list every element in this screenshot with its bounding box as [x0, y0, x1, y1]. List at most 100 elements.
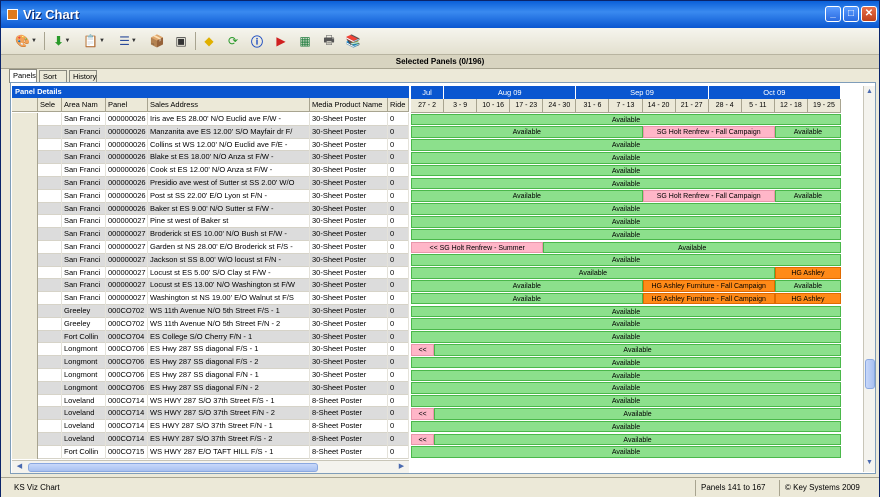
available-block[interactable]: Available: [411, 356, 841, 369]
available-block[interactable]: Available: [411, 318, 841, 331]
available-block[interactable]: Available: [411, 203, 841, 215]
available-block[interactable]: Available: [411, 190, 643, 203]
row-header[interactable]: [12, 202, 38, 216]
row-header[interactable]: [12, 343, 38, 357]
campaign-block[interactable]: SG Holt Renfrew - Fall Campaign: [642, 190, 775, 203]
table-row[interactable]: Loveland 000CO714 ES HWY 287 S/O 37th Stre…: [12, 420, 409, 433]
select-cell[interactable]: [38, 266, 62, 280]
campaign-block[interactable]: HG Ashley: [774, 267, 841, 279]
row-header[interactable]: [12, 394, 38, 408]
select-cell[interactable]: [38, 138, 62, 152]
select-cell[interactable]: [38, 394, 62, 408]
row-header[interactable]: [12, 407, 38, 421]
horizontal-scrollbar[interactable]: ◀ ▶: [12, 460, 409, 473]
row-header[interactable]: [12, 445, 38, 459]
row-header[interactable]: [12, 151, 38, 165]
row-header[interactable]: [12, 113, 38, 126]
table-row[interactable]: Loveland 000CO714 ES HWY 287 S/O 37th Stre…: [12, 433, 409, 446]
row-header[interactable]: [12, 369, 38, 382]
minimize-button[interactable]: _: [825, 6, 841, 22]
row-header[interactable]: [12, 177, 38, 190]
table-row[interactable]: Longmont 000CO706 ES Hwy 287 SS diagonal F…: [12, 369, 409, 382]
table-row[interactable]: Loveland 000CO714 WS HWY 287 S/O 37th Stre…: [12, 394, 409, 408]
printer-icon[interactable]: 🖶: [319, 31, 339, 51]
export-box-icon[interactable]: 📦: [147, 31, 167, 51]
row-header[interactable]: [12, 241, 38, 254]
row-header[interactable]: [12, 292, 38, 305]
clipboard-icon[interactable]: 📋 ▼: [81, 31, 107, 51]
select-cell[interactable]: [38, 330, 62, 344]
row-header[interactable]: [12, 164, 38, 177]
available-block[interactable]: Available: [411, 369, 841, 382]
row-header[interactable]: [12, 381, 38, 395]
available-block[interactable]: Available: [411, 228, 841, 241]
select-cell[interactable]: [38, 343, 62, 357]
table-row[interactable]: San Franci 000000026 Post st SS 22.00' E/O…: [12, 189, 409, 203]
available-block[interactable]: Available: [411, 446, 841, 459]
available-block[interactable]: Available: [411, 177, 841, 190]
select-cell[interactable]: [38, 151, 62, 165]
books-icon[interactable]: 📚: [343, 31, 363, 51]
available-block[interactable]: Available: [411, 279, 643, 292]
available-block[interactable]: Available: [411, 395, 841, 407]
table-row[interactable]: San Franci 000000026 Cook st ES 12.00' N/O…: [12, 164, 409, 177]
select-cell[interactable]: [38, 215, 62, 229]
calculator-icon[interactable]: ▣: [171, 31, 191, 51]
column-header[interactable]: Ride: [388, 98, 409, 112]
available-block[interactable]: Available: [411, 126, 643, 139]
horizontal-scroll-thumb[interactable]: [28, 463, 318, 472]
select-cell[interactable]: [38, 164, 62, 177]
campaign-block[interactable]: <<: [411, 407, 435, 420]
campaign-block[interactable]: <<: [411, 433, 435, 446]
row-header[interactable]: [12, 420, 38, 433]
vertical-scroll-thumb[interactable]: [865, 359, 875, 389]
table-row[interactable]: Fort Collin 000CO715 WS HWY 287 E/O TAFT H…: [12, 445, 409, 459]
available-block[interactable]: Available: [411, 331, 841, 343]
close-button[interactable]: ✕: [861, 6, 877, 22]
row-header[interactable]: [12, 228, 38, 241]
select-cell[interactable]: [38, 177, 62, 190]
select-cell[interactable]: [38, 305, 62, 318]
available-block[interactable]: Available: [411, 305, 841, 318]
select-cell[interactable]: [38, 420, 62, 433]
table-row[interactable]: Greeley 000CO702 WS 11th Avenue N/O 5th St…: [12, 305, 409, 318]
table-row[interactable]: San Franci 000000026 Blake st ES 18.00' N/…: [12, 151, 409, 165]
available-block[interactable]: Available: [774, 279, 841, 292]
column-header[interactable]: Media Product Name: [310, 98, 388, 112]
select-cell[interactable]: [38, 433, 62, 446]
table-row[interactable]: Greeley 000CO702 WS 11th Avenue N/O 5th St…: [12, 317, 409, 331]
filmstrip-arrow-icon[interactable]: ▶: [271, 31, 291, 51]
available-block[interactable]: Available: [434, 343, 841, 356]
available-block[interactable]: Available: [543, 241, 841, 254]
palette-icon[interactable]: 🎨 ▼: [11, 31, 41, 51]
campaign-block[interactable]: SG Holt Renfrew - Fall Campaign: [642, 126, 775, 139]
row-header[interactable]: [12, 189, 38, 203]
campaign-block[interactable]: << SG Holt Renfrew - Summer: [411, 241, 544, 254]
select-cell[interactable]: [38, 369, 62, 382]
row-header[interactable]: [12, 433, 38, 446]
title-bar[interactable]: Viz Chart _ □ ✕: [1, 1, 879, 28]
row-header[interactable]: [12, 215, 38, 229]
table-row[interactable]: Fort Collin 000CO704 ES College S/O Cherry…: [12, 330, 409, 344]
column-header[interactable]: Panel: [106, 98, 148, 112]
list-icon[interactable]: ☰ ▼: [113, 31, 143, 51]
scroll-right-icon[interactable]: ▶: [396, 462, 407, 473]
scroll-down-icon[interactable]: ▼: [864, 458, 875, 469]
row-header[interactable]: [12, 279, 38, 293]
select-cell[interactable]: [38, 445, 62, 459]
column-header[interactable]: Sales Address: [148, 98, 310, 112]
available-block[interactable]: Available: [434, 433, 841, 446]
column-header[interactable]: Sele: [38, 98, 62, 112]
available-block[interactable]: Available: [411, 164, 841, 177]
available-block[interactable]: Available: [411, 151, 841, 164]
refresh-icon[interactable]: ⟳: [223, 31, 243, 51]
scroll-up-icon[interactable]: ▲: [864, 87, 875, 98]
select-cell[interactable]: [38, 253, 62, 267]
row-header[interactable]: [12, 138, 38, 152]
select-cell[interactable]: [38, 228, 62, 241]
select-cell[interactable]: [38, 125, 62, 139]
available-block[interactable]: Available: [411, 292, 643, 305]
row-header[interactable]: [12, 253, 38, 267]
table-row[interactable]: San Franci 000000026 Presidio ave west of …: [12, 177, 409, 190]
table-row[interactable]: San Franci 000000027 Pine st west of Baker…: [12, 215, 409, 229]
